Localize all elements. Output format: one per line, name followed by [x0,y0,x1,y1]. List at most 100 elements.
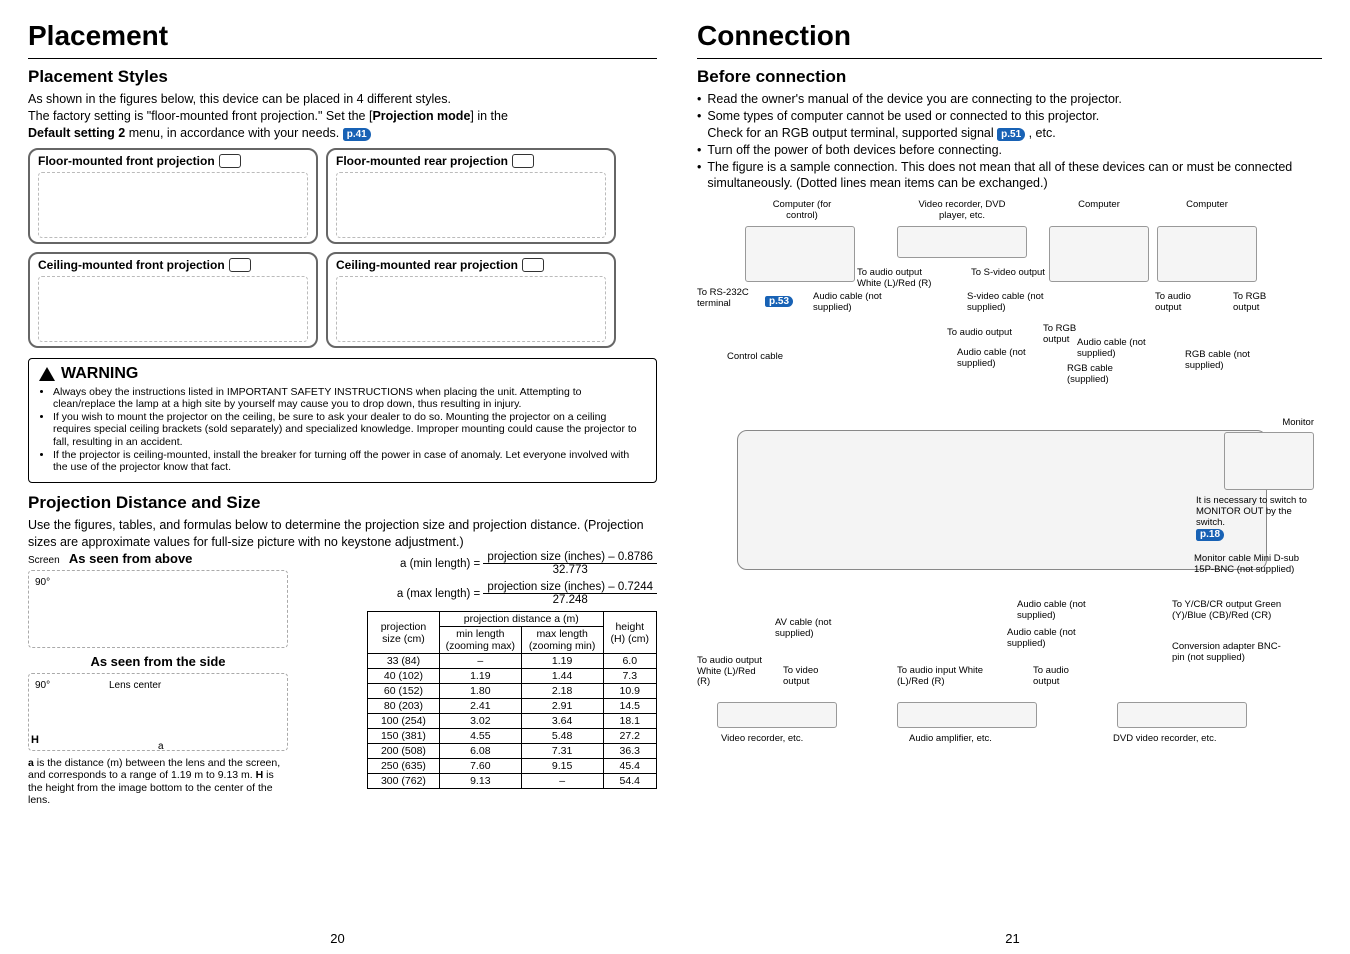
cell: 36.3 [603,744,656,759]
title-rule [697,58,1322,59]
fig-screen-label: Screen [28,555,60,566]
bullet-item: Turn off the power of both devices befor… [697,142,1322,159]
footnote: a is the distance (m) between the lens a… [28,757,288,807]
footnote-t1: is the distance (m) between the lens and… [28,757,280,782]
cell: 2.41 [439,699,521,714]
cell: 2.91 [521,699,603,714]
cell: 1.80 [439,684,521,699]
fig-side-box: 90° Lens center H a [28,673,288,751]
dl-video-rec: Video recorder, DVD player, etc. [907,200,1017,221]
cell: – [521,774,603,789]
dl-audio-out-2: To audio output [947,328,1027,338]
table-row: 250 (635)7.609.1545.4 [368,759,657,774]
dl-audio-cable-ns-5: Audio cable (not supplied) [1007,628,1087,649]
style-figure [336,172,606,238]
style-figure [38,172,308,238]
formula-wrap: a (min length) = projection size (inches… [300,551,657,807]
th-dist: projection distance a (m) [439,612,603,627]
warning-icon [39,367,55,381]
device-laptop [1049,226,1149,282]
dl-audio-in-wr: To audio input White (L)/Red (R) [897,666,997,687]
cell: 5.48 [521,729,603,744]
device-video-rec [717,702,837,728]
angle-label: 90° [35,680,50,691]
dl-audio-cable-ns-4: Audio cable (not supplied) [1017,600,1097,621]
warning-list: Always obey the instructions listed in I… [53,386,646,474]
title-connection: Connection [697,20,1322,52]
cell: 3.64 [521,714,603,729]
pageref-51: p.51 [997,128,1025,142]
device-monitor [1224,432,1314,490]
page-right: Connection Before connection Read the ow… [675,0,1350,954]
dl-svideo-out: To S-video output [971,268,1061,278]
angle-label: 90° [35,577,50,588]
dl-computer2: Computer [1167,200,1247,210]
before-bullets: Read the owner's manual of the device yo… [697,91,1322,192]
dl-rs232c: To RS-232C terminal [697,288,753,309]
style-box-ceiling-front: Ceiling-mounted front projection [28,252,318,348]
formula1-lhs: a (min length) = [400,558,483,570]
dl-dvd-rec: DVD video recorder, etc. [1113,734,1273,744]
cell: 80 (203) [368,699,440,714]
bullet-item: The figure is a sample connection. This … [697,159,1322,193]
dl-audio-cable-ns-2: Audio cable (not supplied) [957,348,1037,369]
dl-ycbcr: To Y/CB/CR output Green (Y)/Blue (CB)/Re… [1172,600,1292,621]
cell: 4.55 [439,729,521,744]
cell: 18.1 [603,714,656,729]
intro-line1: As shown in the figures below, this devi… [28,92,451,106]
dl-audio-amp: Audio amplifier, etc. [909,734,1049,744]
cell: 54.4 [603,774,656,789]
dl-monitor: Monitor [1254,418,1314,428]
th-max: max length (zooming min) [521,627,603,654]
bullet-text: Read the owner's manual of the device yo… [707,91,1121,108]
table-row: 80 (203)2.412.9114.5 [368,699,657,714]
heading-distance: Projection Distance and Size [28,493,657,513]
cell: 7.60 [439,759,521,774]
style-label-2: Ceiling-mounted front projection [38,258,225,272]
th-proj: projection size (cm) [368,612,440,654]
heading-styles: Placement Styles [28,67,657,87]
fig-above-box: 90° [28,570,288,648]
cell: 1.19 [521,654,603,669]
cell: 27.2 [603,729,656,744]
cell: 60 (152) [368,684,440,699]
cell: 2.18 [521,684,603,699]
dl-conversion: Conversion adapter BNC-pin (not supplied… [1172,642,1292,663]
dl-rgb-output-1: To RGB output [1233,292,1283,313]
th-min: min length (zooming max) [439,627,521,654]
style-icon [219,154,241,168]
dl-computer1: Computer [1059,200,1139,210]
cell: 10.9 [603,684,656,699]
styles-intro: As shown in the figures below, this devi… [28,91,657,142]
style-icon [229,258,251,272]
dl-control-cable: Control cable [727,352,807,362]
bullet-text: Some types of computer cannot be used or… [707,108,1099,142]
warning-box: WARNING Always obey the instructions lis… [28,358,657,483]
table-row: 33 (84)–1.196.0 [368,654,657,669]
formula2-lhs: a (max length) = [397,588,484,600]
a-label: a [158,741,164,752]
style-box-floor-front: Floor-mounted front projection [28,148,318,244]
formula-min: a (min length) = projection size (inches… [300,551,657,577]
table-row: 200 (508)6.087.3136.3 [368,744,657,759]
table-row: 40 (102)1.191.447.3 [368,669,657,684]
heading-before: Before connection [697,67,1322,87]
formula-max: a (max length) = projection size (inches… [300,581,657,607]
intro-line2a: The factory setting is "floor-mounted fr… [28,109,372,123]
monitor-note: It is necessary to switch to MONITOR OUT… [1196,496,1314,541]
cell: – [439,654,521,669]
bullet-text: Turn off the power of both devices befor… [707,142,1002,159]
intro-line2b: Projection mode [372,109,470,123]
distance-intro: Use the figures, tables, and formulas be… [28,517,657,551]
style-label-0: Floor-mounted front projection [38,154,215,168]
styles-grid: Floor-mounted front projection Floor-mou… [28,148,657,348]
monitor-note-text: It is necessary to switch to MONITOR OUT… [1196,495,1307,528]
intro-line3a: Default setting 2 [28,126,125,140]
dl-av-cable: AV cable (not supplied) [775,618,855,639]
dl-audio-cable-ns-3: Audio cable (not supplied) [1077,338,1157,359]
dl-video-output: To video output [783,666,839,687]
cell: 300 (762) [368,774,440,789]
dl-audio-output-1: To audio output [1155,292,1205,313]
cell: 9.15 [521,759,603,774]
device-laptop [745,226,855,282]
